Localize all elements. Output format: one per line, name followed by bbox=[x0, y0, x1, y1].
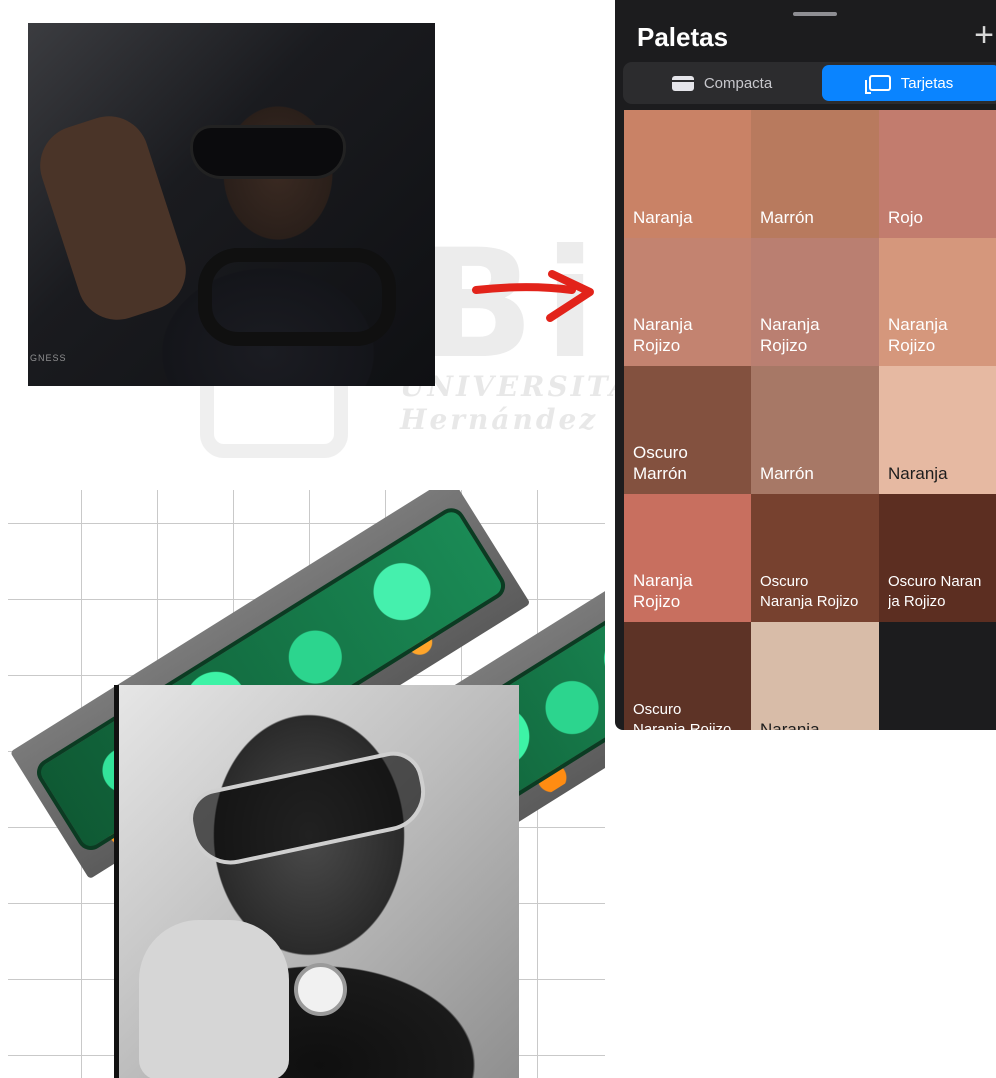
color-swatch[interactable]: Oscuro Marrón bbox=[624, 366, 751, 494]
swatch-label: Naranja Rojizo bbox=[633, 315, 693, 355]
color-swatch[interactable]: Naranja bbox=[751, 622, 879, 730]
cards-view-icon bbox=[864, 75, 891, 94]
headphones bbox=[198, 248, 396, 346]
color-swatch[interactable]: Naranja Rojizo bbox=[624, 494, 751, 622]
swatch-label: Oscuro Marrón bbox=[633, 443, 688, 483]
color-swatch[interactable]: Naranja Rojizo bbox=[751, 238, 879, 366]
color-swatch[interactable]: Marrón bbox=[751, 110, 879, 238]
color-swatch[interactable]: Naranja Rojizo bbox=[624, 238, 751, 366]
empty-swatch[interactable] bbox=[879, 622, 996, 730]
color-swatch[interactable]: Oscuro Naran ja Rojizo bbox=[879, 494, 996, 622]
hand bbox=[139, 920, 289, 1078]
color-swatch[interactable]: Oscuro Naranja Rojizo bbox=[751, 494, 879, 622]
compact-view-icon bbox=[671, 75, 694, 91]
tab-compacta[interactable]: Compacta bbox=[626, 65, 818, 101]
swatch-label: Naranja bbox=[888, 464, 948, 483]
swatch-label: Naranja bbox=[760, 720, 820, 730]
sunglasses bbox=[193, 128, 343, 176]
portrait-photo bbox=[114, 685, 519, 1078]
swatch-label: Oscuro Naranja Rojizo bbox=[633, 701, 732, 730]
panel-title: Paletas bbox=[637, 22, 729, 52]
tab-tarjetas-label: Tarjetas bbox=[900, 74, 954, 92]
color-swatch[interactable]: Marrón bbox=[751, 366, 879, 494]
swatch-grid: Naranja Marrón Rojo Naranja Rojizo Naran… bbox=[624, 110, 996, 730]
color-swatch[interactable]: Naranja Rojizo bbox=[879, 238, 996, 366]
color-swatch[interactable]: Oscuro Naranja Rojizo bbox=[624, 622, 751, 730]
add-palette-button[interactable]: + bbox=[974, 18, 994, 52]
red-arrow-icon bbox=[472, 270, 594, 322]
reference-photo: GNESS bbox=[28, 23, 435, 386]
swatch-label: Oscuro Naran ja Rojizo bbox=[888, 573, 982, 610]
ring bbox=[294, 963, 347, 1016]
swatch-label: Marrón bbox=[760, 464, 814, 483]
swatch-label: Naranja Rojizo bbox=[888, 315, 948, 355]
color-swatch[interactable]: Rojo bbox=[879, 110, 996, 238]
panel-grabber[interactable] bbox=[793, 12, 837, 16]
swatch-label: Oscuro Naranja Rojizo bbox=[760, 573, 859, 610]
tab-tarjetas[interactable]: Tarjetas bbox=[822, 65, 996, 101]
swatch-label: Naranja bbox=[633, 208, 693, 227]
view-mode-segmented-control: Compacta Tarjetas bbox=[623, 62, 996, 104]
palettes-panel: Paletas + Compacta Tarjetas Naranja Marr… bbox=[615, 0, 996, 730]
glasses bbox=[183, 746, 433, 872]
color-swatch[interactable]: Naranja bbox=[624, 110, 751, 238]
artwork-canvas bbox=[8, 490, 605, 1078]
swatch-label: Naranja Rojizo bbox=[760, 315, 820, 355]
swatch-label: Marrón bbox=[760, 208, 814, 227]
swatch-label: Naranja Rojizo bbox=[633, 571, 693, 611]
color-swatch[interactable]: Naranja bbox=[879, 366, 996, 494]
photo-caption: GNESS bbox=[30, 353, 67, 363]
tab-compacta-label: Compacta bbox=[703, 74, 773, 92]
swatch-label: Rojo bbox=[888, 208, 923, 227]
peace-sign-hand bbox=[29, 105, 197, 331]
